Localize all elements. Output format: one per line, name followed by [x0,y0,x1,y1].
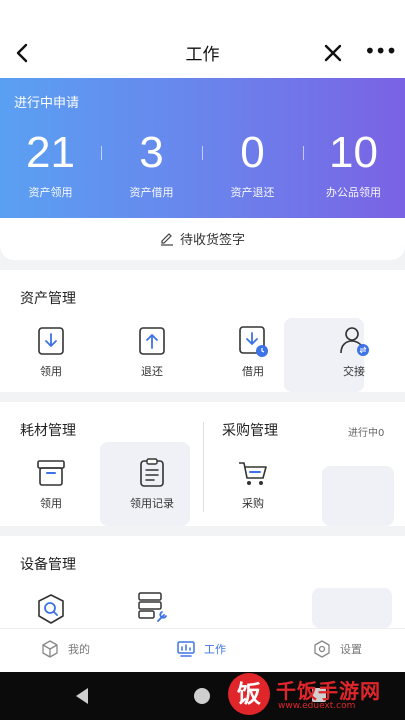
asset-management-title: 资产管理 [20,291,76,307]
asset-return-button[interactable]: 退还 [117,324,187,379]
device-maintenance-button[interactable] [117,590,187,624]
cube-icon [40,639,60,659]
stat-asset-return[interactable]: 0 资产退还 [202,128,303,200]
system-back-icon[interactable] [76,688,88,704]
device-management-card: 设备管理 [0,536,405,628]
consumable-records-button[interactable]: 领用记录 [117,456,187,511]
pending-requests-panel: 进行中申请 21 资产领用 3 资产借用 0 资产退还 10 办公品领用 [0,78,405,218]
stat-label: 资产借用 [129,186,174,199]
consumable-receive-label: 领用 [40,497,62,510]
stat-asset-borrow[interactable]: 3 资产借用 [101,128,202,200]
asset-receive-button[interactable]: 领用 [16,324,86,379]
hex-gear-icon [312,639,332,659]
bottom-tab-bar: 我的 工作 设置 [0,628,405,672]
decor-illustration [322,466,394,526]
stat-value: 10 [329,128,378,177]
asset-handover-label: 交接 [343,365,365,378]
clipboard-list-icon [135,456,169,490]
tab-mine[interactable]: 我的 [40,639,90,663]
pending-requests-title: 进行中申请 [14,96,80,111]
asset-receive-label: 领用 [40,365,62,378]
watermark-brand: 千饭手游网 [276,679,381,703]
consumable-receive-button[interactable]: 领用 [16,456,86,511]
monitor-chart-icon [176,639,196,659]
stat-office-supplies[interactable]: 10 办公品领用 [303,128,404,200]
more-icon[interactable]: ••• [364,38,397,68]
download-box-icon [34,324,68,358]
tab-work-label: 工作 [204,643,226,656]
pending-signature-label: 待收货签字 [179,233,245,248]
stat-value: 0 [240,128,265,177]
server-wrench-icon [135,590,169,624]
consumable-management-title: 耗材管理 [20,423,76,439]
stat-label: 办公品领用 [326,186,381,199]
archive-box-icon [34,456,68,490]
asset-return-label: 退还 [141,365,163,378]
top-nav-bar: 工作 ••• [0,28,405,78]
borrow-clock-icon [236,324,270,358]
cart-icon [236,456,270,490]
device-search-icon [34,592,68,626]
pending-signature-button[interactable]: 待收货签字 [0,218,405,260]
device-management-title: 设备管理 [20,557,76,573]
tab-settings[interactable]: 设置 [312,639,362,663]
asset-handover-button[interactable]: 交接 [319,324,389,379]
device-search-button[interactable] [16,592,86,626]
upload-box-icon [135,324,169,358]
consumable-purchase-card: 耗材管理 采购管理 进行中0 领用 领用记录 采购 [0,402,405,526]
decor-illustration [312,588,392,628]
purchase-label: 采购 [242,497,264,510]
user-transfer-icon [337,324,371,358]
pencil-icon [160,233,173,246]
tab-work[interactable]: 工作 [176,639,226,663]
close-icon[interactable] [318,38,348,68]
watermark-logo: 饭 [228,673,270,715]
purchase-management-title: 采购管理 [222,423,278,439]
stat-label: 资产领用 [28,186,73,199]
purchase-status-text: 进行中0 [348,428,385,439]
asset-management-card: 资产管理 领用 退还 借用 交接 [0,270,405,392]
consumable-records-label: 领用记录 [130,497,174,510]
purchase-button[interactable]: 采购 [218,456,288,511]
watermark-url: www.eduext.com [278,701,356,711]
stat-value: 3 [139,128,164,177]
stat-value: 21 [26,128,75,177]
watermark: 饭 千饭手游网 www.eduext.com [228,673,400,719]
stat-asset-receive[interactable]: 21 资产领用 [0,128,101,200]
tab-mine-label: 我的 [68,643,90,656]
section-divider [203,422,204,512]
status-bar [0,0,405,28]
asset-borrow-button[interactable]: 借用 [218,324,288,379]
stat-label: 资产退还 [230,186,275,199]
system-home-icon[interactable] [194,688,210,704]
pending-signature-content: 待收货签字 [160,229,245,248]
asset-borrow-label: 借用 [242,365,264,378]
tab-settings-label: 设置 [340,643,362,656]
